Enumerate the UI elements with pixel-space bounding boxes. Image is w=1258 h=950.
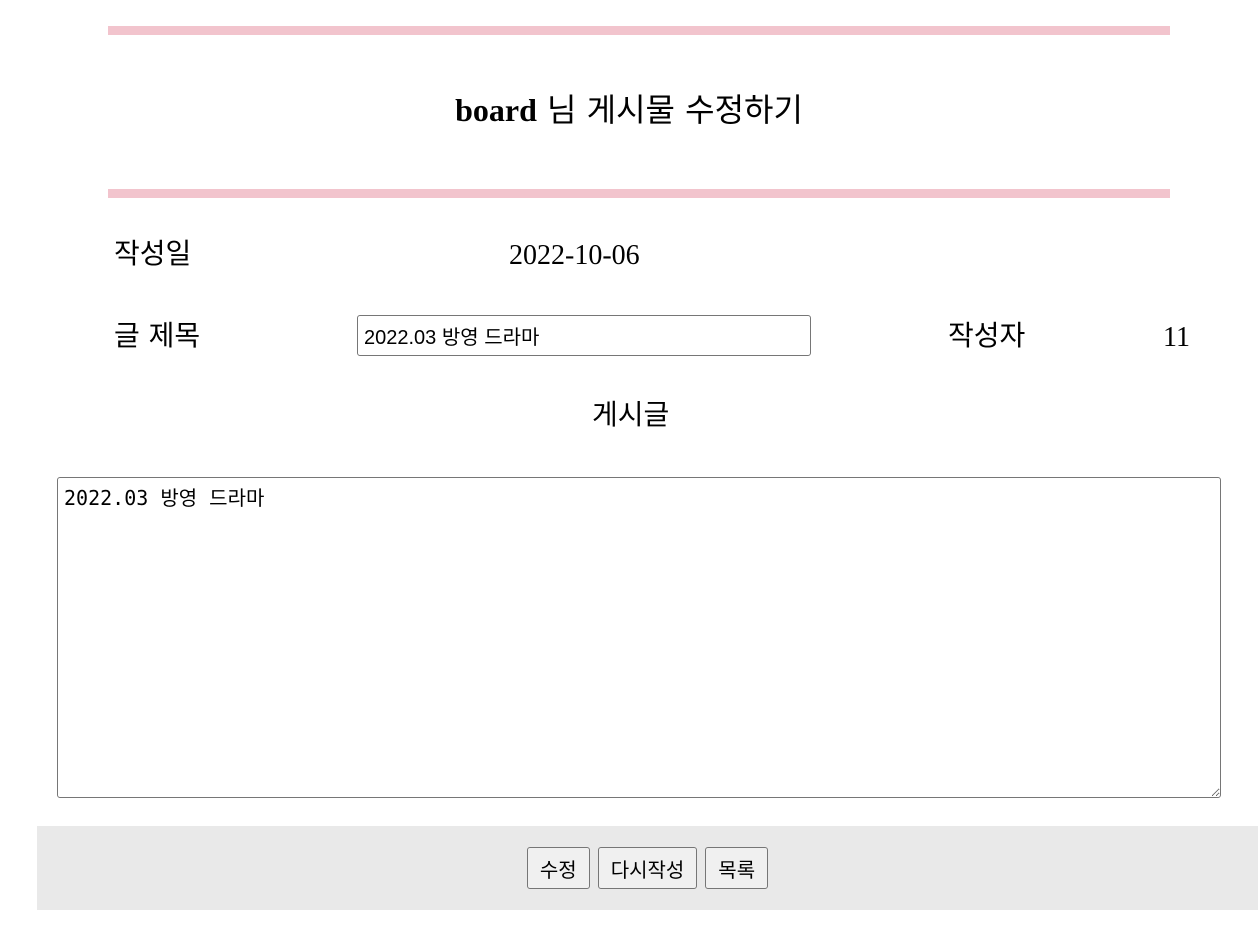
content-label: 게시글	[592, 398, 670, 431]
page-title-suffix: 님 게시물 수정하기	[547, 91, 803, 129]
bottom-divider	[108, 189, 1170, 198]
content-textarea[interactable]: 2022.03 방영 드라마	[57, 477, 1221, 798]
title-label: 글 제목	[114, 319, 201, 352]
edit-button[interactable]: 수정	[526, 847, 590, 889]
edit-post-page: board 님 게시물 수정하기 작성일 2022-10-06 글 제목 작성자…	[0, 0, 1258, 950]
author-value: 11	[1163, 322, 1190, 353]
page-title-user: board	[455, 92, 537, 128]
author-label: 작성자	[948, 319, 1026, 352]
top-divider	[108, 26, 1170, 35]
date-label: 작성일	[114, 237, 192, 270]
title-input[interactable]	[357, 315, 811, 356]
date-value: 2022-10-06	[509, 240, 640, 271]
list-button[interactable]: 목록	[705, 847, 769, 889]
page-title: board 님 게시물 수정하기	[0, 88, 1258, 132]
reset-button[interactable]: 다시작성	[597, 847, 698, 889]
button-bar: 수정 다시작성 목록	[37, 826, 1258, 910]
